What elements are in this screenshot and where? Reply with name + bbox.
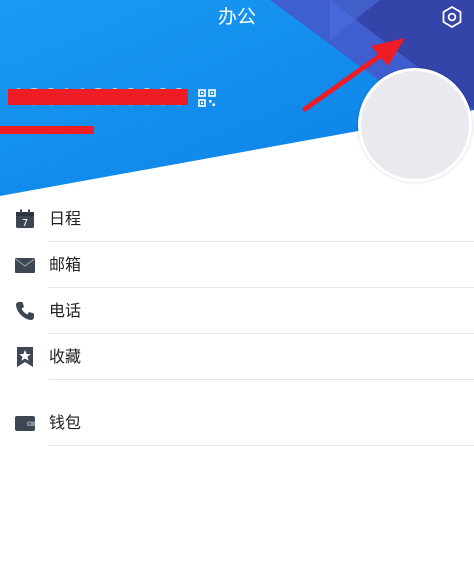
wallet-icon <box>15 416 35 431</box>
calendar-day: 7 <box>22 218 28 229</box>
calendar-icon: 7 <box>16 209 34 229</box>
avatar[interactable] <box>358 68 472 182</box>
menu-item-label: 钱包 <box>49 413 82 432</box>
menu-item-wallet[interactable]: 钱包 <box>0 400 474 446</box>
menu-list: 7 日程 邮箱 电话 收藏 钱包 <box>0 196 474 446</box>
menu-item-favorites[interactable]: 收藏 <box>0 334 474 380</box>
redaction-mark <box>8 89 188 105</box>
divider <box>49 445 474 446</box>
menu-item-label: 收藏 <box>49 347 82 366</box>
menu-item-calendar[interactable]: 7 日程 <box>0 196 474 242</box>
menu-item-mail[interactable]: 邮箱 <box>0 242 474 288</box>
menu-item-phone[interactable]: 电话 <box>0 288 474 334</box>
redaction-mark <box>0 126 94 134</box>
bookmark-star-icon <box>17 347 33 367</box>
mail-icon <box>15 258 35 273</box>
qr-code-icon[interactable] <box>198 89 216 107</box>
divider <box>49 379 474 380</box>
menu-item-label: 邮箱 <box>49 255 82 274</box>
gear-icon[interactable] <box>440 5 464 29</box>
menu-item-label: 电话 <box>49 301 82 320</box>
menu-item-label: 日程 <box>49 209 82 228</box>
page-title: 办公 <box>217 6 256 28</box>
phone-icon <box>16 302 34 320</box>
